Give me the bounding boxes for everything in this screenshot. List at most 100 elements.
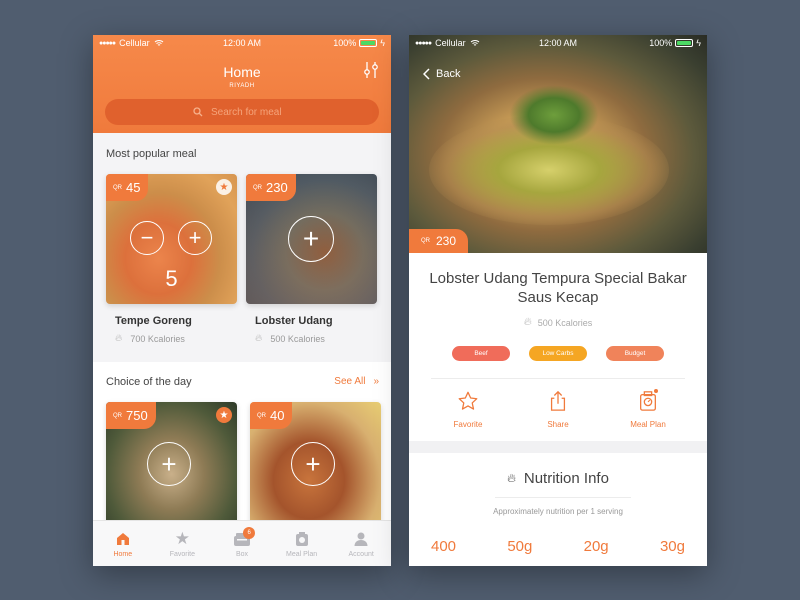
battery-icon bbox=[359, 39, 378, 47]
see-all-label: See All bbox=[334, 376, 366, 387]
meal-card-tempe-goreng[interactable]: QR 45 ★ − + 5 bbox=[106, 174, 237, 304]
nutrition-title-text: Nutrition Info bbox=[523, 470, 609, 487]
status-bar: ●●●●● Cellular 12:00 AM 100% ϟ bbox=[409, 35, 707, 51]
star-outline-icon bbox=[458, 391, 478, 410]
home-header: ●●●●● Cellular 12:00 AM 100% ϟ Home RIYA… bbox=[93, 35, 391, 133]
charging-icon: ϟ bbox=[696, 38, 701, 48]
meal-calories: 🔥︎ 700 Kcalories bbox=[115, 333, 185, 344]
battery-icon bbox=[675, 39, 694, 47]
share-button[interactable]: Share bbox=[523, 390, 593, 429]
price-badge: QR 45 bbox=[106, 174, 149, 201]
see-all-link[interactable]: See All » bbox=[334, 376, 379, 387]
meal-title: Lobster Udang Tempura Special Bakar Saus… bbox=[429, 270, 687, 306]
add-meal-button[interactable]: + bbox=[291, 442, 335, 486]
box-count-badge: 6 bbox=[243, 527, 256, 539]
price-badge: QR 230 bbox=[409, 229, 469, 253]
tab-label: Meal Plan bbox=[286, 551, 318, 558]
price-badge: QR 230 bbox=[246, 174, 296, 201]
meal-name[interactable]: Tempe Goreng bbox=[115, 315, 192, 327]
star-icon: ★ bbox=[174, 529, 191, 548]
price-value: 230 bbox=[436, 234, 457, 248]
favorite-button[interactable]: Favorite bbox=[433, 390, 503, 429]
tag-budget[interactable]: Budget bbox=[606, 346, 664, 361]
hero-garnish bbox=[509, 85, 599, 145]
favorite-star-icon[interactable]: ★ bbox=[216, 407, 232, 423]
tag-beef[interactable]: Beef bbox=[452, 346, 510, 361]
search-icon bbox=[193, 107, 203, 117]
quantity-value: 5 bbox=[165, 266, 178, 291]
page-title: Home bbox=[223, 64, 261, 80]
add-meal-button[interactable]: + bbox=[288, 216, 334, 262]
filter-icon[interactable] bbox=[363, 61, 379, 79]
price-currency: QR bbox=[421, 238, 430, 244]
price-currency: QR bbox=[253, 184, 262, 191]
action-label: Favorite bbox=[453, 420, 483, 429]
back-label: Back bbox=[436, 68, 461, 80]
meal-calories: 🔥︎ 500 Kcalories bbox=[255, 333, 325, 344]
action-label: Meal Plan bbox=[630, 420, 666, 429]
nutrition-values: 400 50g 20g 30g bbox=[431, 538, 685, 555]
meal-name[interactable]: Lobster Udang bbox=[255, 315, 333, 327]
battery-percent: 100% bbox=[649, 38, 673, 48]
search-bar[interactable] bbox=[105, 99, 379, 125]
price-currency: QR bbox=[113, 184, 122, 191]
meal-calories: 🔥︎ 500 Kcalories bbox=[409, 316, 707, 329]
home-icon bbox=[116, 533, 129, 545]
tab-meal-plan[interactable]: Meal Plan bbox=[272, 521, 332, 566]
nutrition-value: 30g bbox=[659, 538, 685, 555]
price-badge: QR 750 bbox=[106, 402, 156, 429]
tab-home[interactable]: Home bbox=[93, 521, 153, 566]
popular-section-title: Most popular meal bbox=[106, 148, 197, 160]
calories-text: 500 Kcalories bbox=[537, 317, 593, 328]
location-label[interactable]: RIYADH bbox=[93, 83, 391, 89]
home-screen: ●●●●● Cellular 12:00 AM 100% ϟ Home RIYA… bbox=[93, 35, 391, 566]
tag-low-carbs[interactable]: Low Carbs bbox=[529, 346, 587, 361]
chevron-left-icon bbox=[423, 68, 430, 80]
meal-detail-screen: ●●●●● Cellular 12:00 AM 100% ϟ Back QR 2… bbox=[409, 35, 707, 566]
decrease-quantity-button[interactable]: − bbox=[130, 221, 164, 255]
section-separator bbox=[409, 441, 707, 453]
scale-icon bbox=[295, 532, 308, 546]
meal-card-lobster-udang[interactable]: QR 230 + bbox=[246, 174, 377, 304]
calories-text: 500 Kcalories bbox=[270, 333, 325, 344]
choice-card[interactable]: QR 750 ★ + bbox=[106, 402, 237, 522]
tab-account[interactable]: Account bbox=[331, 521, 391, 566]
flame-icon: 🔥︎ bbox=[255, 333, 263, 344]
share-icon bbox=[550, 390, 566, 411]
back-button[interactable]: Back bbox=[423, 68, 460, 80]
search-input[interactable] bbox=[211, 106, 291, 118]
tab-box[interactable]: 6 Box bbox=[212, 521, 272, 566]
price-currency: QR bbox=[257, 412, 266, 419]
choice-section-title: Choice of the day bbox=[106, 376, 192, 388]
calories-text: 700 Kcalories bbox=[130, 333, 185, 344]
choice-card[interactable]: QR 40 + bbox=[250, 402, 381, 522]
charging-icon: ϟ bbox=[380, 38, 385, 48]
user-icon bbox=[354, 532, 368, 546]
price-currency: QR bbox=[113, 412, 122, 419]
price-value: 40 bbox=[270, 408, 285, 423]
battery-percent: 100% bbox=[333, 38, 357, 48]
price-value: 45 bbox=[126, 180, 141, 195]
nutrition-subtitle: Approximately nutrition per 1 serving bbox=[493, 507, 623, 516]
tab-label: Favorite bbox=[169, 551, 196, 558]
tab-label: Account bbox=[348, 551, 374, 558]
flame-icon: 🔥︎ bbox=[507, 471, 516, 485]
double-chevron-right-icon: » bbox=[373, 376, 379, 387]
price-badge: QR 40 bbox=[250, 402, 293, 429]
tab-label: Home bbox=[113, 551, 133, 558]
divider bbox=[495, 497, 631, 498]
increase-quantity-button[interactable]: + bbox=[178, 221, 212, 255]
meal-plan-button[interactable]: Meal Plan bbox=[613, 388, 683, 429]
meal-tags: Beef Low Carbs Budget bbox=[452, 346, 664, 361]
tab-bar: Home ★ Favorite 6 Box Meal Plan Account bbox=[93, 520, 391, 566]
tab-favorite[interactable]: ★ Favorite bbox=[153, 521, 213, 566]
meal-actions: Favorite Share Meal Plan bbox=[433, 388, 683, 429]
tab-label: Box bbox=[235, 551, 249, 558]
nutrition-value: 20g bbox=[583, 538, 609, 555]
price-value: 750 bbox=[126, 408, 148, 423]
price-value: 230 bbox=[266, 180, 288, 195]
status-bar: ●●●●● Cellular 12:00 AM 100% ϟ bbox=[93, 35, 391, 51]
action-label: Share bbox=[547, 420, 569, 429]
add-meal-button[interactable]: + bbox=[147, 442, 191, 486]
favorite-star-icon[interactable]: ★ bbox=[216, 179, 232, 195]
